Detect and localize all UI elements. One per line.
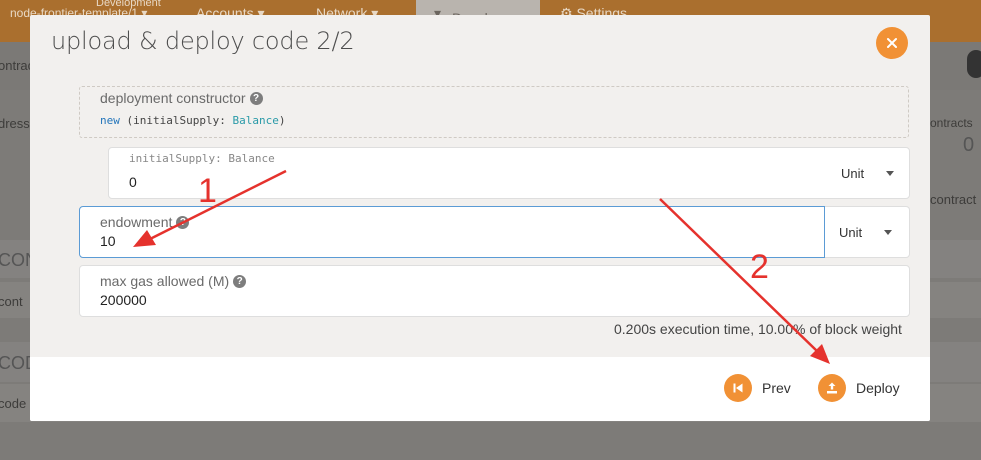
close-button[interactable] — [876, 27, 908, 59]
prev-button[interactable]: Prev — [724, 374, 791, 402]
chevron-down-icon — [886, 170, 895, 176]
bg-toggle — [967, 50, 981, 78]
endowment-field[interactable]: endowment ? 10 — [79, 206, 825, 258]
modal-title: upload & deploy code 2/2 — [51, 27, 355, 55]
initial-supply-unit-select[interactable]: Unit — [827, 148, 911, 198]
endowment-label: endowment ? — [100, 214, 190, 230]
close-icon — [887, 38, 897, 48]
annotation-number-2: 2 — [750, 248, 769, 286]
upload-icon — [818, 374, 846, 402]
modal-footer: Prev Deploy — [30, 357, 930, 421]
endowment-unit-wrap: Unit — [825, 206, 910, 258]
initial-supply-field[interactable]: initialSupply: Balance 0 Unit — [108, 147, 910, 199]
max-gas-value[interactable]: 200000 — [100, 292, 147, 308]
initial-supply-value[interactable]: 0 — [129, 174, 137, 190]
annotation-number-1: 1 — [198, 172, 217, 210]
bg-count: 0 — [963, 134, 975, 156]
help-icon[interactable]: ? — [249, 91, 263, 105]
deploy-button[interactable]: Deploy — [818, 374, 900, 402]
bg-text-contracts-right: ontracts — [930, 116, 973, 130]
help-icon[interactable]: ? — [233, 274, 247, 288]
endowment-value[interactable]: 10 — [100, 233, 116, 249]
endowment-unit-select[interactable]: Unit — [825, 207, 909, 257]
max-gas-label: max gas allowed (M) ? — [100, 273, 247, 289]
max-gas-field[interactable]: max gas allowed (M) ? 200000 — [79, 265, 910, 317]
initial-supply-label: initialSupply: Balance — [129, 152, 275, 165]
deployment-constructor-box[interactable]: deployment constructor ? new (initialSup… — [79, 86, 909, 138]
skip-back-icon — [724, 374, 752, 402]
bg-text-cont: cont — [0, 294, 23, 309]
constructor-signature: new (initialSupply: Balance) — [100, 114, 286, 127]
bg-text-contract-right: contract — [930, 192, 977, 207]
bg-text-code: code — [0, 396, 27, 411]
constructor-label: deployment constructor ? — [100, 90, 263, 106]
deploy-modal: upload & deploy code 2/2 deployment cons… — [30, 15, 930, 421]
help-icon[interactable]: ? — [176, 215, 190, 229]
chevron-down-icon — [884, 229, 893, 235]
execution-info: 0.200s execution time, 10.00% of block w… — [614, 321, 902, 337]
